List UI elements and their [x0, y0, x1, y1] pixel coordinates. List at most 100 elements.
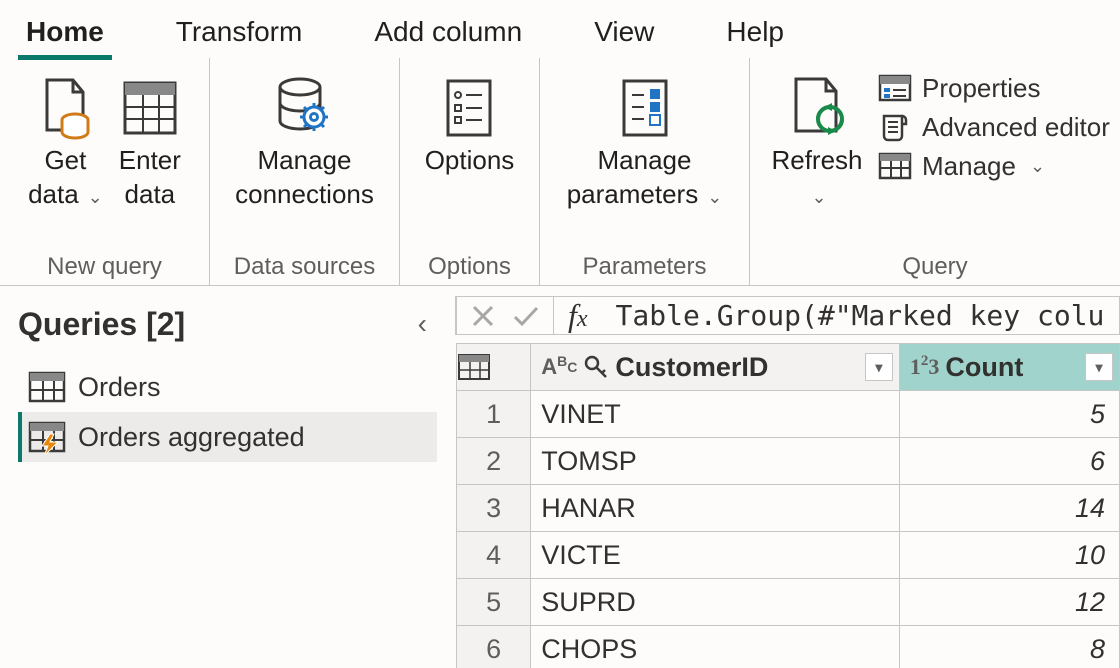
properties-label: Properties	[922, 73, 1041, 104]
ribbon-group-new-query: Get data ⌄ Enter data New qu	[0, 58, 210, 285]
table-row[interactable]: 2 TOMSP 6	[457, 438, 1120, 485]
ribbon-tabs: Home Transform Add column View Help	[0, 0, 1120, 58]
cell-count[interactable]: 6	[899, 438, 1119, 485]
table-row[interactable]: 3 HANAR 14	[457, 485, 1120, 532]
manage-connections-label-1: Manage	[258, 144, 352, 178]
properties-button[interactable]: Properties	[878, 72, 1110, 104]
chevron-down-icon: ⌄	[811, 187, 826, 207]
tab-home[interactable]: Home	[18, 6, 112, 58]
tab-add-column[interactable]: Add column	[366, 6, 530, 58]
row-number: 2	[457, 438, 531, 485]
cell-customerid[interactable]: VINET	[531, 391, 900, 438]
cancel-formula-button[interactable]	[469, 302, 497, 330]
get-data-label-1: Get	[44, 145, 86, 175]
refresh-label: Refresh	[771, 144, 862, 178]
cell-customerid[interactable]: SUPRD	[531, 579, 900, 626]
queries-pane: Queries [2] ‹ Orders Order	[0, 286, 455, 668]
table-grid-icon	[121, 72, 179, 144]
properties-icon	[878, 72, 912, 104]
cell-customerid[interactable]: HANAR	[531, 485, 900, 532]
query-item-orders[interactable]: Orders	[18, 362, 437, 412]
table-row[interactable]: 1 VINET 5	[457, 391, 1120, 438]
enter-data-label-1: Enter	[119, 144, 181, 178]
collapse-queries-button[interactable]: ‹	[408, 304, 437, 344]
manage-parameters-label-1: Manage	[598, 144, 692, 178]
cell-count[interactable]: 8	[899, 626, 1119, 668]
manage-connections-button[interactable]: Manage connections	[227, 68, 382, 216]
file-db-icon	[37, 72, 93, 144]
manage-query-button[interactable]: Manage ⌄	[878, 150, 1110, 182]
number-type-icon: 123	[910, 354, 940, 380]
queries-title: Queries [2]	[18, 306, 185, 343]
ribbon: Get data ⌄ Enter data New qu	[0, 58, 1120, 286]
refresh-button[interactable]: Refresh ⌄	[762, 68, 872, 216]
content-split: Queries [2] ‹ Orders Order	[0, 286, 1120, 668]
manage-parameters-label-2: parameters	[567, 179, 699, 209]
row-number: 4	[457, 532, 531, 579]
select-all-corner[interactable]	[457, 344, 531, 391]
ribbon-group-title-query: Query	[754, 249, 1116, 283]
manage-query-label: Manage	[922, 151, 1016, 182]
ribbon-group-title-new-query: New query	[4, 249, 205, 283]
tab-help[interactable]: Help	[718, 6, 792, 58]
accept-formula-button[interactable]	[511, 302, 541, 330]
chevron-down-icon: ⌄	[702, 187, 722, 207]
ribbon-group-title-options: Options	[404, 249, 535, 283]
query-small-actions: Properties Advanced editor	[872, 68, 1116, 182]
table-row[interactable]: 5 SUPRD 12	[457, 579, 1120, 626]
options-label: Options	[425, 144, 515, 178]
cell-count[interactable]: 10	[899, 532, 1119, 579]
get-data-button[interactable]: Get data ⌄	[20, 68, 111, 216]
row-number: 1	[457, 391, 531, 438]
column-header-customerid[interactable]: ABC CustomerID ▾	[531, 344, 900, 391]
advanced-editor-label: Advanced editor	[922, 112, 1110, 143]
table-icon	[878, 150, 912, 182]
data-grid: ABC CustomerID ▾ 123 Count	[456, 343, 1120, 668]
database-gear-icon	[272, 72, 336, 144]
query-item-label: Orders aggregated	[78, 422, 305, 453]
ribbon-group-query: Refresh ⌄ Properties	[750, 58, 1120, 285]
advanced-editor-button[interactable]: Advanced editor	[878, 110, 1110, 144]
table-row[interactable]: 4 VICTE 10	[457, 532, 1120, 579]
cell-customerid[interactable]: CHOPS	[531, 626, 900, 668]
ribbon-group-options: Options Options	[400, 58, 540, 285]
row-number: 6	[457, 626, 531, 668]
formula-bar: fx Table.Group(#"Marked key colu	[455, 296, 1120, 335]
cell-count[interactable]: 5	[899, 391, 1119, 438]
cell-count[interactable]: 12	[899, 579, 1119, 626]
formula-input[interactable]: Table.Group(#"Marked key colu	[602, 296, 1120, 335]
chevron-down-icon: ⌄	[83, 187, 103, 207]
column-header-count[interactable]: 123 Count ▾	[899, 344, 1119, 391]
manage-connections-label-2: connections	[235, 178, 374, 212]
manage-parameters-button[interactable]: Manage parameters ⌄	[559, 68, 731, 216]
cell-customerid[interactable]: VICTE	[531, 532, 900, 579]
ribbon-group-title-data-sources: Data sources	[214, 249, 395, 283]
parameters-doc-icon	[618, 72, 672, 144]
column-filter-button[interactable]: ▾	[1085, 353, 1113, 381]
fx-label[interactable]: fx	[554, 296, 602, 335]
tab-transform[interactable]: Transform	[168, 6, 311, 58]
tab-view[interactable]: View	[586, 6, 662, 58]
row-number: 3	[457, 485, 531, 532]
chevron-down-icon: ⌄	[1030, 156, 1045, 177]
main-pane: fx Table.Group(#"Marked key colu	[455, 286, 1120, 668]
ribbon-group-parameters: Manage parameters ⌄ Parameters	[540, 58, 750, 285]
cell-count[interactable]: 14	[899, 485, 1119, 532]
table-icon	[457, 352, 491, 382]
text-type-icon: ABC	[541, 354, 577, 380]
table-lightning-icon	[28, 420, 66, 454]
table-row[interactable]: 6 CHOPS 8	[457, 626, 1120, 668]
cell-customerid[interactable]: TOMSP	[531, 438, 900, 485]
ribbon-group-title-parameters: Parameters	[544, 249, 745, 283]
table-icon	[28, 370, 66, 404]
enter-data-button[interactable]: Enter data	[111, 68, 189, 216]
options-list-icon	[444, 72, 494, 144]
key-icon	[583, 354, 609, 380]
options-button[interactable]: Options	[417, 68, 523, 216]
row-number: 5	[457, 579, 531, 626]
query-item-orders-aggregated[interactable]: Orders aggregated	[18, 412, 437, 462]
refresh-icon	[782, 72, 852, 144]
column-name: Count	[945, 352, 1023, 383]
column-name: CustomerID	[615, 352, 768, 383]
column-filter-button[interactable]: ▾	[865, 353, 893, 381]
